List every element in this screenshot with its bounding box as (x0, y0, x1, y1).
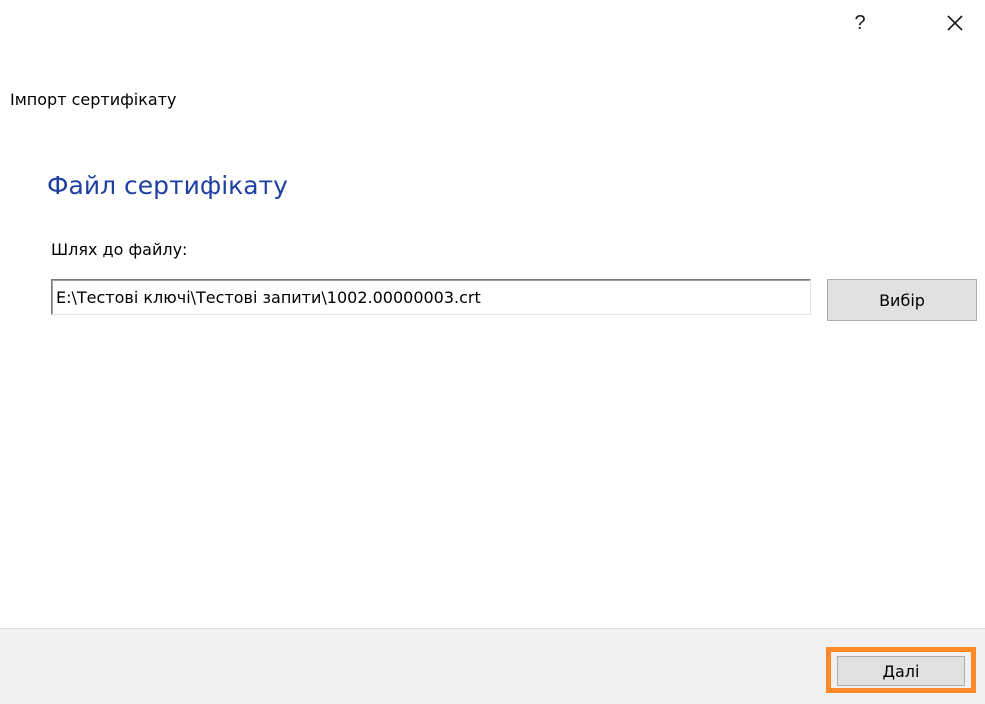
browse-button[interactable]: Вибір (827, 279, 977, 321)
wizard-title: Імпорт сертифікату (10, 90, 177, 109)
file-path-input[interactable] (51, 279, 811, 315)
close-icon (947, 15, 963, 31)
next-button[interactable]: Далі (837, 656, 965, 686)
file-path-label: Шлях до файлу: (51, 240, 188, 259)
close-button[interactable] (935, 6, 975, 40)
section-heading: Файл сертифікату (47, 171, 288, 200)
help-button[interactable]: ? (840, 6, 880, 40)
help-label: ? (854, 11, 866, 34)
import-certificate-window: ? Імпорт сертифікату Файл сертифікату Шл… (0, 0, 985, 704)
